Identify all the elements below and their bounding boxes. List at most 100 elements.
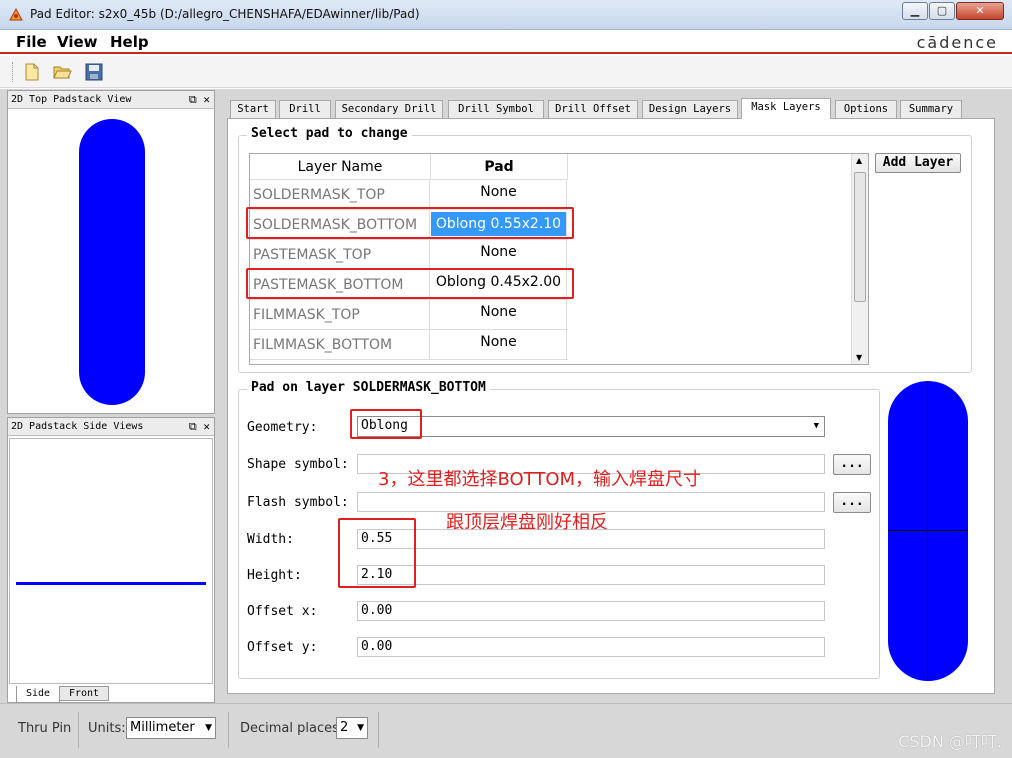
pad-on-layer-group: Pad on layer SOLDERMASK_BOTTOM Geometry:… xyxy=(238,380,880,679)
side-view-canvas xyxy=(9,438,213,684)
toolbar xyxy=(0,56,1012,88)
table-row[interactable]: PASTEMASK_TOP None xyxy=(250,240,568,270)
maximize-button[interactable]: ▢ xyxy=(929,2,955,20)
app-icon xyxy=(9,7,23,21)
tab-drill-symbol[interactable]: Drill Symbol xyxy=(448,100,544,118)
table-scrollbar[interactable]: ▲ ▼ xyxy=(851,154,868,364)
table-row[interactable]: FILMMASK_TOP None xyxy=(250,300,568,330)
layer-name-cell: SOLDERMASK_TOP xyxy=(250,180,430,210)
close-button[interactable]: ✕ xyxy=(956,2,1004,20)
tab-design-layers[interactable]: Design Layers xyxy=(642,100,738,118)
pad-cell: None xyxy=(431,240,567,270)
side-padstack-view-panel: 2D Padstack Side Views ⧉ ✕ Side Front xyxy=(7,417,215,703)
flash-symbol-label: Flash symbol: xyxy=(247,495,349,510)
col-header-pad[interactable]: Pad xyxy=(431,154,568,180)
tab-area: Start Drill Secondary Drill Drill Symbol… xyxy=(227,98,1001,694)
select-pad-group: Select pad to change Layer Name Pad SOLD… xyxy=(238,126,972,373)
geometry-select[interactable]: Oblong ▼ xyxy=(357,416,825,437)
col-header-layer[interactable]: Layer Name xyxy=(250,154,431,180)
height-label: Height: xyxy=(247,568,302,583)
decimal-places-value: 2 xyxy=(340,720,349,735)
open-folder-icon[interactable] xyxy=(52,62,72,82)
layer-pad-table[interactable]: Layer Name Pad SOLDERMASK_TOP None SOLDE… xyxy=(249,153,869,365)
highlight-box-pastemask-bottom xyxy=(246,268,574,299)
menu-file[interactable]: File xyxy=(16,33,47,51)
annotation-line-1: 3，这里都选择BOTTOM，输入焊盘尺寸 xyxy=(378,469,702,490)
menu-view[interactable]: View xyxy=(57,33,98,51)
side-view-title-text: 2D Padstack Side Views xyxy=(11,421,144,432)
table-row[interactable]: SOLDERMASK_TOP None xyxy=(250,180,568,210)
pad-cell: None xyxy=(431,330,567,360)
side-view-pad-line xyxy=(16,582,206,585)
add-layer-button[interactable]: Add Layer xyxy=(875,153,961,173)
scroll-thumb[interactable] xyxy=(854,172,866,302)
scroll-down-icon[interactable]: ▼ xyxy=(856,353,862,362)
mask-layers-panel: Select pad to change Layer Name Pad SOLD… xyxy=(227,118,995,694)
highlight-box-soldermask-bottom xyxy=(246,207,574,239)
offset-y-input[interactable]: 0.00 xyxy=(357,637,825,657)
geometry-label: Geometry: xyxy=(247,420,318,435)
shape-symbol-label: Shape symbol: xyxy=(247,457,349,472)
tab-start[interactable]: Start xyxy=(230,100,276,118)
tab-front[interactable]: Front xyxy=(59,686,109,701)
highlight-box-geometry xyxy=(350,409,422,439)
menu-help[interactable]: Help xyxy=(110,33,149,51)
chevron-down-icon: ▼ xyxy=(205,723,212,733)
units-label: Units: xyxy=(88,721,126,736)
new-file-icon[interactable] xyxy=(22,62,42,82)
preview-crosshair-h xyxy=(888,530,968,531)
status-separator xyxy=(78,712,79,748)
offset-x-input[interactable]: 0.00 xyxy=(357,601,825,621)
chevron-down-icon: ▼ xyxy=(357,723,364,733)
offset-y-label: Offset y: xyxy=(247,640,318,655)
flash-browse-button[interactable]: ... xyxy=(833,492,871,513)
units-value: Millimeter xyxy=(130,720,195,735)
title-bar: Pad Editor: s2x0_45b (D:/allegro_CHENSHA… xyxy=(0,0,1012,30)
annotation-line-2: 跟顶层焊盘刚好相反 xyxy=(446,512,608,533)
units-select[interactable]: Millimeter ▼ xyxy=(126,717,216,739)
shape-browse-button[interactable]: ... xyxy=(833,454,871,475)
decimal-places-label: Decimal places: xyxy=(240,721,344,736)
status-bar: Thru Pin Units: Millimeter ▼ Decimal pla… xyxy=(0,703,1012,758)
side-view-dock-buttons[interactable]: ⧉ ✕ xyxy=(189,418,210,436)
top-padstack-view-panel: 2D Top Padstack View ⧉ ✕ xyxy=(7,90,215,414)
mode-label: Thru Pin xyxy=(18,721,72,736)
decimal-places-select[interactable]: 2 ▼ xyxy=(336,717,368,739)
status-separator xyxy=(378,712,379,748)
menu-bar: File View Help cādence xyxy=(0,30,1012,54)
pad-on-layer-title: Pad on layer SOLDERMASK_BOTTOM xyxy=(247,380,490,395)
tab-mask-layers[interactable]: Mask Layers xyxy=(741,98,831,119)
select-pad-title: Select pad to change xyxy=(247,126,412,141)
tab-drill[interactable]: Drill xyxy=(279,100,331,118)
table-row[interactable]: FILMMASK_BOTTOM None xyxy=(250,330,568,360)
cadence-logo: cādence xyxy=(916,33,998,52)
top-view-pad-shape xyxy=(79,119,145,405)
preview-crosshair-v xyxy=(927,381,928,681)
pad-cell: None xyxy=(431,300,567,330)
pad-preview-shape xyxy=(888,381,968,681)
tab-secondary-drill[interactable]: Secondary Drill xyxy=(335,100,443,118)
tab-summary[interactable]: Summary xyxy=(900,100,962,118)
layer-name-cell: PASTEMASK_TOP xyxy=(250,240,430,270)
top-view-title-text: 2D Top Padstack View xyxy=(11,94,132,105)
scroll-up-icon[interactable]: ▲ xyxy=(856,156,862,165)
tab-drill-offset[interactable]: Drill Offset xyxy=(548,100,638,118)
status-separator xyxy=(228,712,229,748)
top-view-dock-buttons[interactable]: ⧉ ✕ xyxy=(189,91,210,109)
highlight-box-size xyxy=(338,518,416,588)
window-title: Pad Editor: s2x0_45b (D:/allegro_CHENSHA… xyxy=(30,7,420,21)
pad-cell: None xyxy=(431,180,567,210)
chevron-down-icon: ▼ xyxy=(813,421,819,431)
save-icon[interactable] xyxy=(84,62,104,82)
tab-side[interactable]: Side xyxy=(16,686,60,703)
width-label: Width: xyxy=(247,532,294,547)
csdn-watermark: CSDN @叮叮. xyxy=(898,732,1002,751)
minimize-button[interactable]: ▁ xyxy=(902,2,928,20)
offset-x-label: Offset x: xyxy=(247,604,318,619)
layer-name-cell: FILMMASK_BOTTOM xyxy=(250,330,430,360)
tab-options[interactable]: Options xyxy=(835,100,897,118)
top-view-title: 2D Top Padstack View ⧉ ✕ xyxy=(8,91,214,109)
side-view-title: 2D Padstack Side Views ⧉ ✕ xyxy=(8,418,214,436)
layer-name-cell: FILMMASK_TOP xyxy=(250,300,430,330)
height-input[interactable]: 2.10 xyxy=(357,565,825,585)
